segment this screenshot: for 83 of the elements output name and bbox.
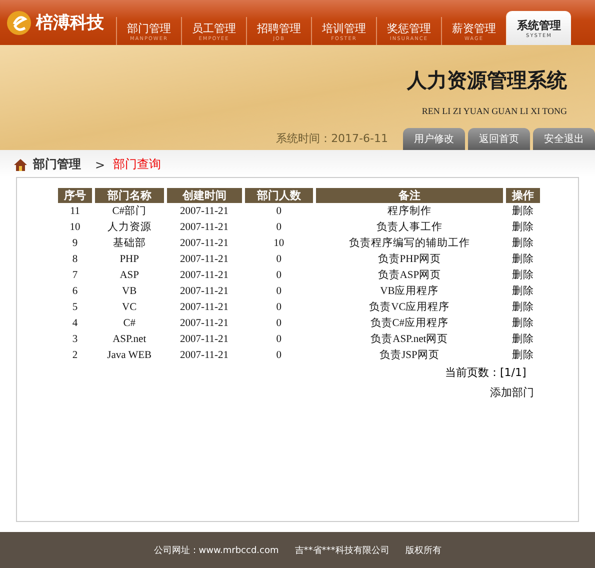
column-header: 备注 bbox=[316, 188, 503, 203]
delete-link[interactable]: 删除 bbox=[512, 318, 534, 329]
page-indicator: 当前页数：[1/1] bbox=[445, 365, 526, 380]
table-cell-text: 人力资源 bbox=[106, 220, 152, 235]
table-cell-text: 5 bbox=[71, 300, 79, 314]
table-cell-text: 负责PHP网页 bbox=[376, 252, 442, 267]
table-cell-text: 负责ASP.net网页 bbox=[370, 332, 450, 347]
header-button[interactable]: 用户修改 bbox=[403, 128, 465, 150]
delete-link[interactable]: 删除 bbox=[512, 254, 534, 265]
table-cell-text: 2007-11-21 bbox=[178, 332, 230, 346]
table-cell-text: 2007-11-21 bbox=[178, 348, 230, 362]
table-cell-text: 负责JSP网页 bbox=[378, 348, 440, 363]
table-cell-text: 0 bbox=[275, 268, 282, 282]
table-cell-text: 基础部 bbox=[112, 236, 147, 251]
home-icon bbox=[14, 158, 27, 170]
table-cell-text: 0 bbox=[275, 284, 282, 298]
table-cell-text: Java WEB bbox=[106, 348, 153, 362]
table-cell-text: 0 bbox=[275, 220, 282, 234]
table-cell-text: 3 bbox=[71, 332, 79, 346]
delete-link[interactable]: 删除 bbox=[512, 302, 534, 313]
table-cell-text: 2007-11-21 bbox=[178, 252, 230, 266]
column-header: 部门人数 bbox=[244, 188, 313, 203]
table-cell-text: 0 bbox=[275, 252, 282, 266]
table-cell-text: 负责ASP网页 bbox=[376, 268, 442, 283]
column-header: 部门名称 bbox=[95, 188, 164, 203]
breadcrumb-parent[interactable]: 部门管理 bbox=[33, 156, 81, 173]
table-cell-text: PHP bbox=[118, 252, 140, 266]
breadcrumb-separator: > bbox=[95, 158, 106, 172]
footer-rights: 版权所有 bbox=[405, 544, 442, 556]
table-cell-text: 2007-11-21 bbox=[178, 236, 230, 250]
delete-link[interactable]: 删除 bbox=[512, 206, 534, 217]
table-cell-text: 2007-11-21 bbox=[178, 300, 230, 314]
table-cell-text: 10 bbox=[272, 236, 286, 250]
header-button[interactable]: 返回首页 bbox=[468, 128, 530, 150]
delete-link[interactable]: 删除 bbox=[512, 238, 534, 249]
table-cell-text: 2007-11-21 bbox=[178, 284, 230, 298]
table-cell-text: 6 bbox=[71, 284, 79, 298]
table-cell-text: 0 bbox=[275, 204, 282, 218]
table-cell-text: 2007-11-21 bbox=[178, 220, 230, 234]
system-time: 系统时间：2017-6-11 bbox=[276, 131, 388, 146]
table-cell-text: 4 bbox=[71, 316, 79, 330]
column-header: 序号 bbox=[58, 188, 92, 203]
logo-icon bbox=[6, 10, 32, 36]
column-header: 操作 bbox=[506, 188, 540, 203]
delete-link[interactable]: 删除 bbox=[512, 222, 534, 233]
table-cell-text: 10 bbox=[68, 220, 82, 234]
table-cell-text: 负责VC应用程序 bbox=[368, 300, 451, 315]
table-cell-text: 11 bbox=[68, 204, 82, 218]
table-cell-text: 9 bbox=[71, 236, 79, 250]
table-cell-text: 0 bbox=[275, 300, 282, 314]
table-cell-text: 2 bbox=[71, 348, 79, 362]
table-cell-text: 负责C#应用程序 bbox=[369, 316, 450, 331]
table-cell-text: ASP.net bbox=[112, 332, 148, 346]
delete-link[interactable]: 删除 bbox=[512, 286, 534, 297]
system-title: 人力资源管理系统 bbox=[407, 67, 567, 94]
table-cell-text: VB bbox=[121, 284, 138, 298]
table-cell-text: 2007-11-21 bbox=[178, 316, 230, 330]
system-subtitle: REN LI ZI YUAN GUAN LI XI TONG bbox=[422, 106, 567, 116]
delete-link[interactable]: 删除 bbox=[512, 350, 534, 361]
delete-link[interactable]: 删除 bbox=[512, 334, 534, 345]
delete-link[interactable]: 删除 bbox=[512, 270, 534, 281]
logo-text: 棓溥科技 bbox=[36, 12, 104, 34]
table-cell-text: 程序制作 bbox=[386, 204, 432, 219]
footer-company: 吉**省***科技有限公司 bbox=[294, 544, 390, 556]
table-cell-text: C# bbox=[122, 316, 136, 330]
table-cell-text: 0 bbox=[275, 332, 282, 346]
table-cell-text: 负责人事工作 bbox=[375, 220, 444, 235]
table-cell-text: 负责程序编写的辅助工作 bbox=[348, 236, 471, 251]
table-cell-text: 7 bbox=[71, 268, 79, 282]
table-cell-text: VB应用程序 bbox=[379, 284, 440, 299]
header-button[interactable]: 安全退出 bbox=[533, 128, 595, 150]
table-cell-text: 2007-11-21 bbox=[178, 204, 230, 218]
table-cell-text: C#部门 bbox=[111, 204, 148, 219]
table-cell-text: 2007-11-21 bbox=[178, 268, 230, 282]
table-cell-text: 0 bbox=[275, 348, 282, 362]
footer-site: 公司网址：www.mrbccd.com bbox=[154, 544, 279, 556]
table-cell-text: VC bbox=[121, 300, 138, 314]
add-department-link[interactable]: 添加部门 bbox=[490, 385, 578, 400]
table-cell-text: 0 bbox=[275, 316, 282, 330]
breadcrumb-current: 部门查询 bbox=[113, 156, 162, 173]
column-header: 创建时间 bbox=[166, 188, 242, 203]
table-cell-text: 8 bbox=[71, 252, 79, 266]
table-cell-text: ASP bbox=[118, 268, 140, 282]
